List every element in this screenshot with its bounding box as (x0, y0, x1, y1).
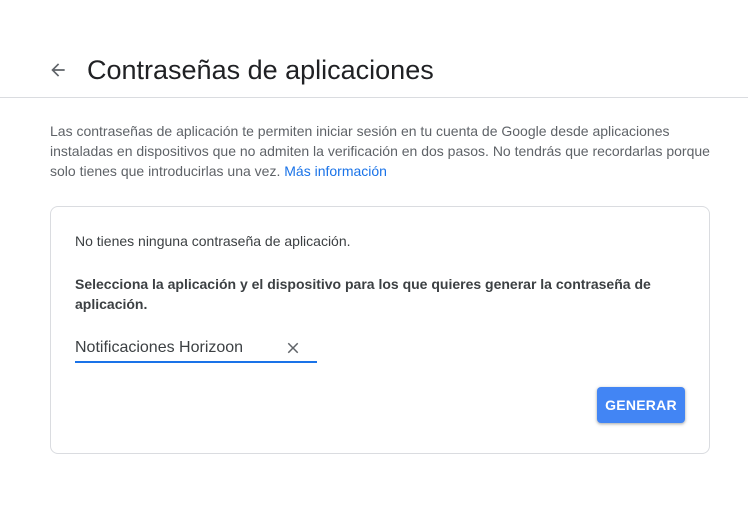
app-password-card: No tienes ninguna contraseña de aplicaci… (50, 206, 710, 454)
select-instruction: Selecciona la aplicación y el dispositiv… (75, 276, 651, 312)
clear-input-button[interactable] (283, 338, 303, 358)
page-title: Contraseñas de aplicaciones (87, 55, 434, 85)
intro-description: Las contraseñas de aplicación te permite… (50, 121, 710, 181)
app-name-field (75, 335, 317, 363)
generate-button[interactable]: GENERAR (597, 387, 685, 423)
app-name-input[interactable] (75, 337, 275, 359)
page-header: Contraseñas de aplicaciones (0, 0, 748, 98)
back-button[interactable] (44, 56, 72, 84)
empty-state-message: No tienes ninguna contraseña de aplicaci… (75, 233, 351, 249)
learn-more-link[interactable]: Más información (284, 163, 387, 179)
arrow-back-icon (51, 63, 65, 77)
close-icon (287, 342, 299, 354)
